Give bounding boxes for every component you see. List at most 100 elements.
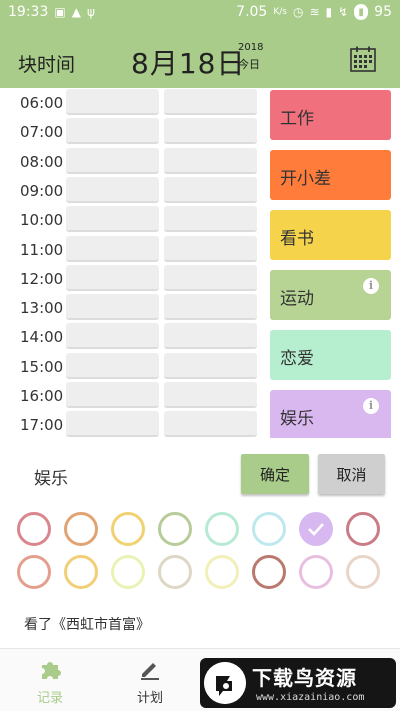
color-swatch[interactable]: [252, 555, 286, 589]
color-swatch[interactable]: [158, 512, 192, 546]
time-row: 15:00: [0, 352, 265, 381]
color-swatch[interactable]: [64, 512, 98, 546]
time-label: 13:00: [20, 299, 64, 318]
category-item[interactable]: 看书: [270, 210, 391, 260]
color-swatch[interactable]: [17, 555, 51, 589]
time-slot[interactable]: [66, 235, 159, 262]
time-label: 10:00: [20, 211, 64, 230]
category-label: 运动: [280, 289, 314, 309]
time-slot[interactable]: [66, 206, 159, 233]
time-slot[interactable]: [66, 264, 159, 291]
time-slot[interactable]: [164, 264, 257, 291]
color-palette: [0, 508, 400, 593]
time-slot[interactable]: [66, 411, 159, 438]
time-label: 08:00: [20, 152, 64, 171]
category-item[interactable]: 工作: [270, 90, 391, 140]
nav-plan[interactable]: 计划: [110, 649, 190, 711]
selection-bar: 娱乐 确定 取消: [0, 440, 400, 506]
nav-record[interactable]: 记录: [10, 649, 90, 711]
category-item[interactable]: 运动 i: [270, 270, 391, 320]
color-swatch[interactable]: [17, 512, 51, 546]
time-slot[interactable]: [66, 352, 159, 379]
color-swatch[interactable]: [252, 512, 286, 546]
time-label: 16:00: [20, 387, 64, 405]
color-swatch[interactable]: [111, 555, 145, 589]
time-slot[interactable]: [164, 176, 257, 203]
wifi-icon: ≊: [309, 5, 320, 19]
time-slot[interactable]: [164, 89, 257, 115]
time-slot[interactable]: [164, 147, 257, 174]
confirm-button[interactable]: 确定: [241, 454, 309, 494]
time-slot[interactable]: [66, 323, 159, 350]
color-swatch[interactable]: [299, 555, 333, 589]
time-row: 13:00: [0, 293, 265, 322]
info-icon[interactable]: i: [363, 398, 379, 414]
time-row: 16:00: [0, 381, 265, 410]
color-swatch[interactable]: [346, 512, 380, 546]
watermark-title: 下载鸟资源: [252, 666, 357, 690]
cancel-button[interactable]: 取消: [318, 454, 385, 494]
current-date[interactable]: 8月18日: [131, 42, 245, 82]
signal-icon: ▮: [325, 5, 333, 19]
usb-icon: ψ: [86, 5, 95, 19]
time-row: 11:00: [0, 235, 265, 264]
current-year: 2018: [238, 42, 264, 53]
calendar-icon[interactable]: [350, 46, 376, 72]
time-slot[interactable]: [164, 352, 257, 379]
watermark: 下载鸟资源 www.xiazainiao.com: [200, 658, 396, 708]
today-label: 今日: [238, 58, 260, 71]
category-label: 恋爱: [280, 349, 314, 369]
network-speed: 7.05: [236, 4, 268, 20]
color-swatch[interactable]: [111, 512, 145, 546]
status-right: 7.05 K/s ◷ ≊ ▮ ↯ ▮ 95: [236, 4, 392, 20]
time-row: 14:00: [0, 322, 265, 351]
info-icon[interactable]: i: [363, 278, 379, 294]
time-slot[interactable]: [164, 118, 257, 145]
time-slot[interactable]: [66, 118, 159, 145]
color-swatch[interactable]: [64, 555, 98, 589]
time-slot[interactable]: [164, 294, 257, 321]
selected-category: 娱乐: [34, 469, 68, 489]
color-swatch[interactable]: [346, 555, 380, 589]
note-text[interactable]: 看了《西虹市首富》: [24, 614, 150, 634]
time-row: 08:00: [0, 147, 265, 176]
time-label: 06:00: [20, 94, 64, 112]
color-swatch[interactable]: [205, 512, 239, 546]
pencil-icon: [141, 663, 159, 680]
time-label: 12:00: [20, 269, 64, 288]
time-slot[interactable]: [164, 411, 257, 438]
time-slot[interactable]: [66, 89, 159, 115]
watermark-url: www.xiazainiao.com: [256, 692, 365, 703]
battery-icon: ▮: [354, 4, 369, 20]
color-swatch[interactable]: [158, 555, 192, 589]
check-icon: [308, 523, 324, 536]
category-label: 开小差: [280, 169, 331, 189]
time-slot[interactable]: [66, 382, 159, 408]
puzzle-icon: [42, 662, 61, 679]
color-swatch[interactable]: [205, 555, 239, 589]
time-row: 07:00: [0, 117, 265, 146]
time-slot[interactable]: [164, 235, 257, 262]
category-item[interactable]: 娱乐 i: [270, 390, 391, 438]
time-slot[interactable]: [164, 382, 257, 408]
time-row: 10:00: [0, 205, 265, 234]
time-row: 12:00: [0, 264, 265, 293]
time-slot[interactable]: [66, 176, 159, 203]
time-slot[interactable]: [66, 294, 159, 321]
time-label: 11:00: [20, 240, 64, 259]
image-icon: ▣: [54, 5, 66, 19]
time-label: 09:00: [20, 181, 64, 200]
category-item[interactable]: 开小差: [270, 150, 391, 200]
category-item[interactable]: 恋爱: [270, 330, 391, 380]
time-slot[interactable]: [66, 147, 159, 174]
time-row: 06:00: [0, 88, 265, 117]
app-header: 块时间 8月18日 2018 今日: [0, 26, 400, 88]
color-swatch-selected[interactable]: [299, 512, 333, 546]
time-slot[interactable]: [164, 323, 257, 350]
charging-icon: ↯: [338, 5, 349, 19]
time-label: 15:00: [20, 357, 64, 376]
category-label: 娱乐: [280, 409, 314, 429]
nav-record-label: 记录: [36, 691, 63, 706]
time-slot[interactable]: [164, 206, 257, 233]
app-title: 块时间: [18, 54, 76, 76]
